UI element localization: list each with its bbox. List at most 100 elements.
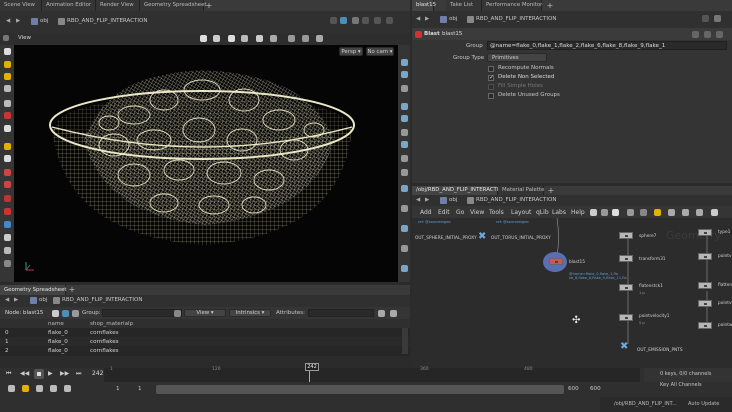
net-path-node[interactable]: RBD_AND_FLIP_INTERACTION <box>476 197 556 204</box>
param-back-icon[interactable]: ◀ <box>416 16 420 23</box>
flatten-node[interactable] <box>619 284 633 291</box>
shading-icon[interactable] <box>270 35 277 42</box>
delete-unused-groups-checkbox[interactable] <box>488 93 494 99</box>
skip-end-icon[interactable]: ⏭ <box>76 371 81 377</box>
link-icon[interactable] <box>340 17 347 24</box>
lock-icon[interactable] <box>241 35 248 42</box>
menu-tools[interactable]: Tools <box>489 209 504 216</box>
display-opt-13-icon[interactable] <box>401 245 408 252</box>
display-opt-11-icon[interactable] <box>401 205 408 212</box>
type-node-label[interactable]: type1 <box>718 230 730 235</box>
sheet-detail-icon[interactable] <box>72 310 79 317</box>
step-forward-icon[interactable]: ▶▶ <box>60 371 69 377</box>
net-sticky-icon[interactable] <box>682 209 689 216</box>
extra-tool-icon[interactable] <box>4 260 11 267</box>
point-velocity-node[interactable] <box>619 314 633 321</box>
net-image-icon[interactable] <box>668 209 675 216</box>
param-path-context[interactable]: obj <box>449 16 457 23</box>
menu-layout[interactable]: Layout <box>511 209 531 216</box>
view-icon[interactable] <box>362 17 369 24</box>
table-row[interactable]: 2 flake_0 cornflakes <box>0 346 410 355</box>
play-icon[interactable]: ▶ <box>48 371 53 377</box>
range-slider[interactable] <box>156 385 564 394</box>
display-opt-6-icon[interactable] <box>401 129 408 136</box>
select-tool-icon[interactable] <box>4 48 11 55</box>
net-add-tab-button[interactable]: + <box>546 186 556 195</box>
menu-view[interactable]: View <box>470 209 484 216</box>
camera-icon[interactable] <box>288 35 295 42</box>
display-opt-8-icon[interactable] <box>401 155 408 162</box>
pointvi-node-label[interactable]: pointvi <box>718 301 732 306</box>
end-frame-a[interactable]: 600 <box>568 386 579 393</box>
table-row[interactable]: 0 flake_0 cornflakes <box>0 328 410 337</box>
timeline-ruler[interactable]: 1 120 360 480 242 <box>104 363 640 382</box>
out-sphere-label[interactable]: OUT_SPHERE_INITIAL_PROXY <box>415 236 477 241</box>
net-forward-icon[interactable]: ▶ <box>425 197 429 204</box>
magnet-tool-icon[interactable] <box>4 169 11 176</box>
out-torus-label[interactable]: OUT_TORUS_INITIAL_PROXY <box>491 236 551 241</box>
light-icon[interactable] <box>302 35 309 42</box>
display-icon[interactable] <box>256 35 263 42</box>
sphere-node-label[interactable]: sphere7 <box>639 234 656 239</box>
cut-tool-icon[interactable] <box>4 208 11 215</box>
move-tool-icon[interactable] <box>4 61 11 68</box>
start-frame-b[interactable]: 1 <box>138 386 142 393</box>
grid-tool-icon[interactable] <box>4 247 11 254</box>
tab-geometry-spreadsheet[interactable]: Geometry Spreadsheet <box>140 0 207 11</box>
param-path-node[interactable]: RBD_AND_FLIP_INTERACTION <box>476 16 556 23</box>
brush-tool-icon[interactable] <box>4 181 11 188</box>
sphere-node[interactable] <box>619 232 633 239</box>
align-tool-icon[interactable] <box>4 221 11 228</box>
group-type-select[interactable]: Primitives <box>487 53 547 62</box>
sheet-filter2-icon[interactable] <box>378 310 385 317</box>
display-opt-10-icon[interactable] <box>401 185 408 192</box>
flatten2-node[interactable] <box>698 282 712 289</box>
sheet-back-icon[interactable]: ◀ <box>5 297 9 304</box>
path-context[interactable]: obj <box>40 18 48 25</box>
skip-start-icon[interactable]: ⏮ <box>6 371 11 377</box>
sheet-points-icon[interactable] <box>52 310 59 317</box>
recompute-normals-checkbox[interactable] <box>488 66 494 72</box>
flatten-node-label[interactable]: flatenstck1 <box>639 284 663 289</box>
grab-tool-icon[interactable] <box>4 195 11 202</box>
param-gear-icon[interactable] <box>692 31 699 38</box>
display-opt-7-icon[interactable] <box>401 141 408 148</box>
blast-node[interactable] <box>549 258 563 265</box>
pointw-node-label[interactable]: pointw <box>718 323 732 328</box>
net-list-icon[interactable] <box>696 209 703 216</box>
display-opt-3-icon[interactable] <box>401 85 408 92</box>
sheet-prims-icon[interactable] <box>62 310 69 317</box>
sheet-view-button[interactable]: View ▾ <box>184 309 226 317</box>
menu-labs[interactable]: Labs <box>552 209 566 216</box>
key-all-channels-button[interactable]: Key All Channels <box>660 383 702 388</box>
ghost-icon[interactable] <box>316 35 323 42</box>
transform-node[interactable] <box>619 255 633 262</box>
pointv-node-label[interactable]: pointv <box>718 254 732 259</box>
display-opt-9-icon[interactable] <box>401 169 408 176</box>
transform-node-label[interactable]: transform31 <box>639 257 666 262</box>
tab-take-list[interactable]: Take List <box>446 0 482 11</box>
point-velocity-label[interactable]: pointvelocity1 <box>639 314 670 319</box>
sheet-filter-icon[interactable] <box>174 310 181 317</box>
audio-icon[interactable] <box>50 385 57 392</box>
net-back-icon[interactable]: ◀ <box>416 197 420 204</box>
sheet-group-field[interactable] <box>102 309 182 317</box>
param-help-icon[interactable] <box>704 31 711 38</box>
display-opt-12-icon[interactable] <box>401 225 408 232</box>
tab-animation-editor[interactable]: Animation Editor <box>42 0 96 11</box>
type-node[interactable] <box>698 229 712 236</box>
table-row[interactable]: 1 flake_0 cornflakes <box>0 337 410 346</box>
auto-update-button[interactable]: Auto Update <box>688 402 719 407</box>
pose-tool-icon[interactable] <box>4 112 11 119</box>
viewport-menu-icon[interactable] <box>3 35 9 41</box>
tab-material-palette[interactable]: Material Palette <box>498 186 544 195</box>
param-info-icon[interactable] <box>716 31 723 38</box>
param-pin-icon[interactable] <box>702 15 709 22</box>
maximize-icon[interactable] <box>386 17 393 24</box>
sheet-attributes-field[interactable] <box>308 309 374 317</box>
path-node[interactable]: RBD_AND_FLIP_INTERACTION <box>67 18 147 25</box>
forward-arrow-icon[interactable]: ▶ <box>16 18 20 25</box>
magnet-icon[interactable] <box>213 35 220 42</box>
group-field[interactable]: @name=flake_0,flake_1,flake_2,flake_6,fl… <box>487 41 727 50</box>
sim-options-icon[interactable] <box>8 385 15 392</box>
